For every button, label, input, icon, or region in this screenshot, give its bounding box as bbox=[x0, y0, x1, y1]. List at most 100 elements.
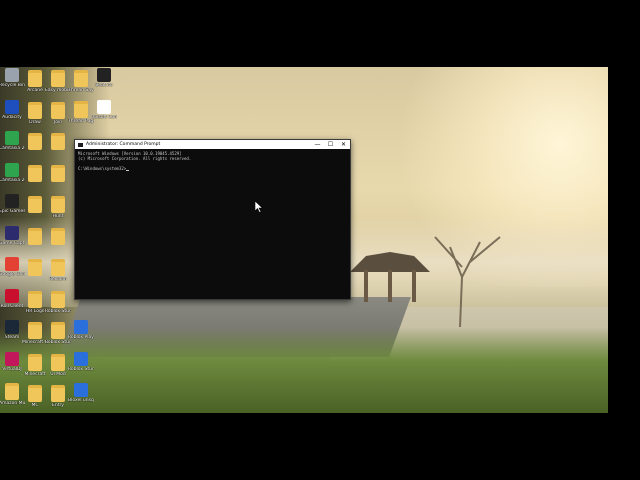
desktop-icon[interactable]: Thread Pages bbox=[68, 101, 94, 124]
desktop-icon[interactable]: Steam bbox=[1, 320, 23, 340]
roblox-studio-icon bbox=[74, 352, 88, 366]
wallpaper-tree bbox=[434, 236, 501, 327]
mouse-cursor-icon bbox=[255, 201, 263, 213]
folder-icon bbox=[51, 70, 65, 87]
desktop-icon-label: Ubisoft Connect bbox=[91, 114, 117, 120]
desktop-folder[interactable]: Draw bbox=[24, 101, 46, 125]
steam-icon bbox=[5, 320, 19, 334]
desktop-folder[interactable] bbox=[47, 133, 69, 151]
desktop-folder[interactable] bbox=[24, 133, 46, 151]
folder-icon bbox=[28, 164, 42, 182]
desktop-icon[interactable]: Epic Games Launcher bbox=[0, 194, 25, 214]
desktop-icon-label: UI Mod bbox=[50, 371, 66, 377]
cmd-app-icon bbox=[78, 142, 83, 147]
desktop-folder[interactable] bbox=[24, 196, 46, 214]
desktop-folder[interactable]: Roblox Studio bbox=[45, 290, 71, 314]
desktop-icon-label: Reclaim bbox=[49, 277, 67, 282]
desktop-folder[interactable] bbox=[24, 259, 46, 277]
desktop-icon-label: Beat.itc bbox=[95, 83, 113, 88]
cmd-caret bbox=[126, 170, 130, 171]
desktop-icon[interactable]: Ubisoft Connect bbox=[91, 99, 117, 120]
desktop-icon[interactable]: Audacity bbox=[1, 99, 23, 120]
desktop-folder[interactable]: Minecraft bbox=[24, 353, 46, 377]
desktop-icon[interactable]: Roll Client bbox=[1, 288, 23, 309]
desktop-folder[interactable] bbox=[47, 227, 69, 246]
desktop-icon-label: Camtasia 2022 bbox=[0, 146, 25, 151]
roblox-icon bbox=[74, 320, 88, 334]
virtualdj-icon bbox=[5, 351, 19, 366]
folder-icon bbox=[28, 227, 42, 245]
close-button[interactable]: ✕ bbox=[337, 140, 350, 149]
desktop-folder[interactable]: HR Logs bbox=[24, 290, 46, 314]
game-capture-icon bbox=[5, 225, 19, 240]
desktop-folder[interactable]: Reclaim bbox=[47, 259, 69, 282]
folder-icon bbox=[28, 385, 42, 402]
folder-icon bbox=[74, 101, 88, 118]
desktop-icon[interactable]: Google Chrome bbox=[0, 257, 25, 277]
folder-icon bbox=[5, 383, 19, 400]
cmd-prompt: C:\Windows\system32> bbox=[78, 166, 127, 171]
cmd-window-title: Administrator: Command Prompt bbox=[86, 142, 161, 147]
desktop-icon[interactable]: Bloxel unsquad bbox=[68, 383, 94, 403]
desktop-folder[interactable]: MC bbox=[24, 385, 46, 408]
desktop-folder[interactable]: UI Mod bbox=[47, 353, 69, 377]
folder-icon bbox=[74, 70, 88, 87]
beat-icon bbox=[97, 68, 111, 82]
desktop-icon-label: Roblox Studio bbox=[45, 340, 71, 345]
desktop-icon-label: Roblox Studio bbox=[45, 308, 71, 314]
folder-icon bbox=[51, 259, 65, 276]
desktop-icon[interactable]: Recycle Bin bbox=[0, 68, 25, 88]
desktop-icon-label: Game Capture HD bbox=[0, 240, 25, 246]
desktop-icon-label: Hunt bbox=[52, 214, 64, 219]
cmd-console[interactable]: Microsoft Windows [Version 10.0.19045.45… bbox=[75, 149, 350, 173]
ubisoft-icon bbox=[97, 99, 111, 114]
folder-icon bbox=[51, 101, 65, 119]
desktop-folder[interactable]: Entry bbox=[47, 385, 69, 408]
folder-icon bbox=[28, 70, 42, 87]
desktop-folder[interactable]: Hunt bbox=[47, 196, 69, 219]
desktop-icon-label: Thread Pages bbox=[68, 119, 94, 124]
epic-games-icon bbox=[5, 194, 19, 208]
folder-icon bbox=[28, 133, 42, 150]
desktop-icon[interactable]: VirtualDJ bbox=[1, 351, 23, 372]
folder-icon bbox=[51, 322, 65, 339]
desktop-folder[interactable]: Easy mobile pro s... bbox=[45, 70, 71, 93]
desktop-icon[interactable]: Camtasia 2022 bbox=[0, 131, 25, 151]
desktop-icon[interactable]: Camtasia 2022 bbox=[0, 162, 25, 183]
desktop-folder[interactable] bbox=[24, 164, 46, 183]
desktop-icon[interactable]: Game Capture HD bbox=[0, 225, 25, 246]
command-prompt-window[interactable]: Administrator: Command Prompt — ☐ ✕ Micr… bbox=[74, 139, 351, 300]
bloxel-icon bbox=[74, 383, 88, 397]
desktop-icon-label: Google Chrome bbox=[0, 272, 25, 277]
desktop-icon[interactable]: Beat.itc bbox=[93, 68, 115, 88]
desktop-icon-label: Entry bbox=[52, 403, 64, 408]
desktop-folder[interactable] bbox=[24, 227, 46, 246]
folder-icon bbox=[28, 353, 42, 371]
desktop-icon-label: Roblox Player bbox=[68, 335, 94, 340]
folder-icon bbox=[28, 101, 42, 119]
desktop-folder[interactable] bbox=[47, 164, 69, 183]
folder-icon bbox=[51, 385, 65, 402]
desktop-icon-label: Roblox Studio bbox=[68, 367, 94, 372]
desktop-folder[interactable]: Join bbox=[47, 101, 69, 125]
folder-icon bbox=[28, 290, 42, 308]
desktop-folder[interactable]: Roblox Studio bbox=[45, 322, 71, 345]
desktop-folder[interactable]: Minecraft Games bbox=[22, 322, 48, 345]
desktop-icon-label: Thread Say bbox=[68, 88, 94, 93]
desktop-icon[interactable]: Amazon Music bbox=[0, 383, 25, 406]
desktop-icon-label: Bloxel unsquad bbox=[68, 398, 94, 403]
folder-icon bbox=[51, 164, 65, 182]
folder-icon bbox=[28, 322, 42, 339]
folder-icon bbox=[51, 290, 65, 308]
desktop-icon[interactable]: Roblox Studio bbox=[68, 352, 94, 372]
desktop-icon-label: Camtasia 2022 bbox=[0, 177, 25, 183]
desktop-icon[interactable]: Thread Say bbox=[68, 70, 94, 93]
desktop-icon[interactable]: Roblox Player bbox=[68, 320, 94, 340]
folder-icon bbox=[28, 259, 42, 276]
maximize-button[interactable]: ☐ bbox=[324, 140, 337, 149]
cmd-titlebar[interactable]: Administrator: Command Prompt — ☐ ✕ bbox=[75, 140, 350, 149]
folder-icon bbox=[51, 227, 65, 245]
minimize-button[interactable]: — bbox=[311, 140, 324, 149]
desktop-folder[interactable]: Arcane bbox=[24, 70, 46, 93]
roll-client-icon bbox=[5, 288, 19, 303]
